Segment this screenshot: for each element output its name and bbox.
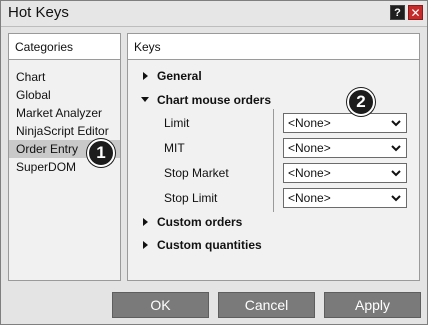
expand-arrow-icon bbox=[143, 241, 148, 249]
callout-badge-2: 2 bbox=[347, 88, 375, 116]
row-mit-label: MIT bbox=[164, 141, 185, 155]
tree-custom-quantities[interactable]: Custom quantities bbox=[141, 236, 341, 254]
category-market-analyzer[interactable]: Market Analyzer bbox=[9, 104, 120, 122]
callout-badge-1: 1 bbox=[87, 139, 115, 167]
categories-header: Categories bbox=[9, 34, 120, 60]
mit-select-value: <None> bbox=[288, 141, 331, 155]
limit-select[interactable]: <None> bbox=[283, 113, 407, 133]
limit-select-value: <None> bbox=[288, 116, 331, 130]
keys-header: Keys bbox=[128, 34, 419, 60]
chevron-down-icon bbox=[391, 145, 401, 152]
tree-chart-mouse-orders-label: Chart mouse orders bbox=[157, 93, 272, 107]
hot-keys-window: Hot Keys ? ✕ Categories Chart Global Mar… bbox=[0, 0, 428, 325]
cancel-button[interactable]: Cancel bbox=[218, 292, 315, 318]
category-global[interactable]: Global bbox=[9, 86, 120, 104]
tree-custom-orders-label: Custom orders bbox=[157, 215, 243, 229]
collapse-arrow-icon bbox=[141, 97, 149, 102]
stop-market-select[interactable]: <None> bbox=[283, 163, 407, 183]
row-stop-market-label: Stop Market bbox=[164, 166, 229, 180]
ok-button[interactable]: OK bbox=[112, 292, 209, 318]
row-limit-label: Limit bbox=[164, 116, 190, 130]
expand-arrow-icon bbox=[143, 218, 148, 226]
tree-general-label: General bbox=[157, 69, 202, 83]
chevron-down-icon bbox=[391, 120, 401, 127]
chevron-down-icon bbox=[391, 170, 401, 177]
category-ninjascript-editor[interactable]: NinjaScript Editor bbox=[9, 122, 120, 140]
chevron-down-icon bbox=[391, 195, 401, 202]
tree-general[interactable]: General bbox=[141, 67, 341, 85]
row-stop-limit-label: Stop Limit bbox=[164, 191, 218, 205]
stop-limit-select[interactable]: <None> bbox=[283, 188, 407, 208]
window-title: Hot Keys bbox=[8, 4, 69, 21]
help-button[interactable]: ? bbox=[390, 5, 405, 20]
apply-button[interactable]: Apply bbox=[324, 292, 421, 318]
grid-divider bbox=[273, 109, 274, 212]
tree-chart-mouse-orders[interactable]: Chart mouse orders bbox=[141, 91, 341, 109]
mit-select[interactable]: <None> bbox=[283, 138, 407, 158]
expand-arrow-icon bbox=[143, 72, 148, 80]
tree-custom-orders[interactable]: Custom orders bbox=[141, 213, 341, 231]
stop-limit-select-value: <None> bbox=[288, 191, 331, 205]
category-chart[interactable]: Chart bbox=[9, 68, 120, 86]
close-button[interactable]: ✕ bbox=[408, 5, 423, 20]
stop-market-select-value: <None> bbox=[288, 166, 331, 180]
tree-custom-quantities-label: Custom quantities bbox=[157, 238, 262, 252]
title-bar: Hot Keys ? ✕ bbox=[1, 1, 427, 27]
